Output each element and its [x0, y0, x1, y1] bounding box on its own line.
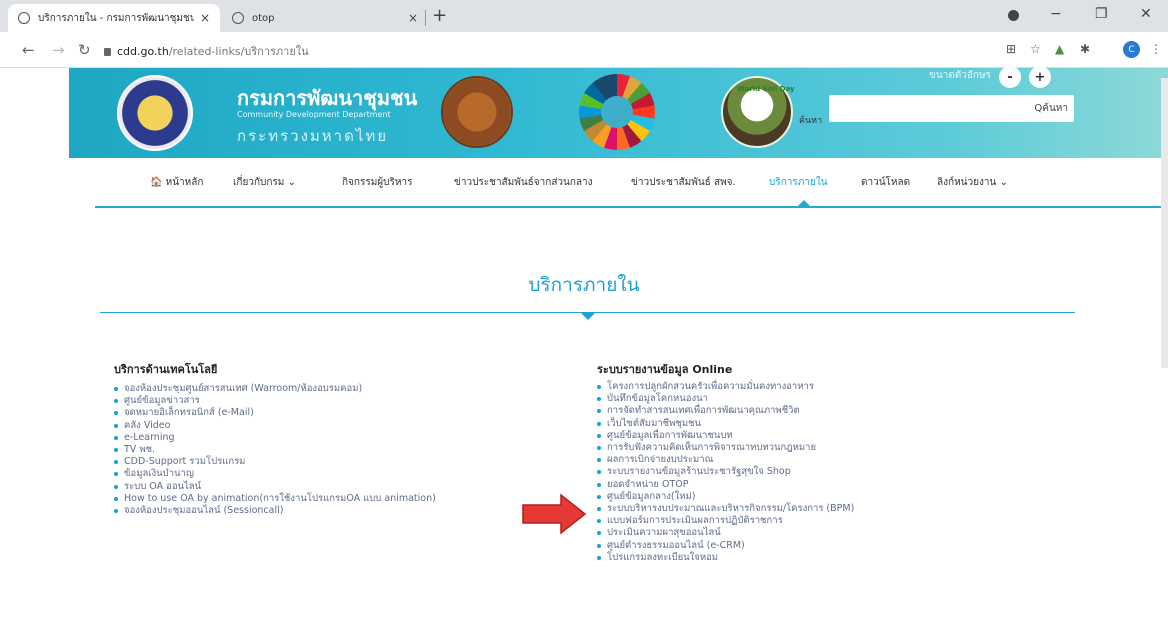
- record-icon[interactable]: [1008, 10, 1019, 21]
- list-item[interactable]: คลัง Video: [114, 420, 436, 432]
- search-input[interactable]: [829, 95, 1019, 122]
- search-label: ค้นหา: [799, 116, 823, 126]
- nav-executive[interactable]: กิจกรรมผู้บริหาร: [342, 175, 412, 190]
- tech-services-list: จองห้องประชุมศูนย์สารสนเทศ (Warroom/ห้อง…: [114, 383, 436, 517]
- soil-logo-text: World Soil Day: [737, 85, 795, 93]
- list-item[interactable]: ระบบรายงานข้อมูลร้านประชารัฐสุขใจ Shop: [597, 466, 854, 478]
- page-title: บริการภายใน: [528, 274, 640, 296]
- list-item[interactable]: TV พช.: [114, 444, 436, 456]
- tab-title: otop: [252, 12, 275, 24]
- font-increase-button[interactable]: +: [1029, 66, 1051, 88]
- tab-cdd[interactable]: บริการภายใน - กรมการพัฒนาชุมชน ×: [8, 4, 220, 32]
- bookmark-star-icon[interactable]: ☆: [1030, 42, 1041, 56]
- list-item[interactable]: ศูนย์ข้อมูลกลาง(ใหม่): [597, 491, 854, 503]
- nav-underline: [95, 206, 1168, 208]
- site-header: กรมการพัฒนาชุมชน Community Development D…: [69, 66, 1168, 158]
- profile-avatar[interactable]: C: [1123, 41, 1140, 58]
- list-item[interactable]: จองห้องประชุมศูนย์สารสนเทศ (Warroom/ห้อง…: [114, 383, 436, 395]
- globe-icon: [18, 12, 30, 24]
- window-close-button[interactable]: ✕: [1140, 6, 1152, 22]
- new-tab-button[interactable]: +: [432, 5, 447, 26]
- list-item[interactable]: ศูนย์ข้อมูลเพื่อการพัฒนาชนบท: [597, 430, 854, 442]
- browser-menu-icon[interactable]: ⋮: [1150, 42, 1162, 56]
- list-item[interactable]: โครงการปลูกผักสวนครัวเพื่อความมั่นคงทางอ…: [597, 381, 854, 393]
- nav-agency-links[interactable]: ลิงก์หน่วยงาน ⌄: [937, 175, 1008, 190]
- tab-separator: [425, 10, 426, 26]
- globe-icon: [232, 12, 244, 24]
- tab-close-icon[interactable]: ×: [200, 11, 210, 25]
- tab-otop[interactable]: otop ×: [222, 4, 428, 32]
- forward-arrow-icon[interactable]: →: [52, 41, 65, 59]
- list-item[interactable]: การรับฟังความคิดเห็นการพิจารณาทบทวนกฎหมา…: [597, 442, 854, 454]
- list-item[interactable]: โปรแกรมลงทะเบียนใจหอม: [597, 552, 854, 564]
- list-item[interactable]: ศูนย์ข้อมูลข่าวสาร: [114, 395, 436, 407]
- ministry-seal-logo: [441, 76, 513, 148]
- nav-internal-services[interactable]: บริการภายใน: [769, 175, 828, 190]
- search-box: Qค้นหา: [829, 95, 1074, 122]
- font-decrease-button[interactable]: -: [999, 66, 1021, 88]
- list-item[interactable]: บันทึกข้อมูลโคกหนองนา: [597, 393, 854, 405]
- back-arrow-icon[interactable]: ←: [22, 41, 35, 59]
- search-button[interactable]: Qค้นหา: [1034, 101, 1068, 116]
- tab-close-icon[interactable]: ×: [408, 11, 418, 25]
- browser-tab-bar: บริการภายใน - กรมการพัฒนาชุมชน × otop × …: [0, 0, 1168, 32]
- nav-central-news[interactable]: ข่าวประชาสัมพันธ์จากส่วนกลาง: [454, 175, 593, 190]
- title-divider-caret: [581, 313, 595, 320]
- list-item[interactable]: ระบบบริหารงบประมาณและบริหารกิจกรรม/โครงก…: [597, 503, 854, 515]
- font-size-label: ขนาดตัวอักษร: [929, 70, 991, 81]
- cdd-emblem-logo[interactable]: [117, 75, 193, 151]
- list-item[interactable]: ยอดจำหน่าย OTOP: [597, 479, 854, 491]
- list-item[interactable]: ข้อมูลเงินบำนาญ: [114, 468, 436, 480]
- translate-icon[interactable]: ⊞: [1006, 42, 1016, 56]
- url-path: /related-links/บริการภายใน: [168, 45, 309, 58]
- nav-about[interactable]: เกี่ยวกับกรม ⌄: [233, 175, 296, 190]
- list-item[interactable]: ประเมินความผาสุขออนไลน์: [597, 527, 854, 539]
- extensions-icon[interactable]: ✱: [1080, 42, 1090, 56]
- nav-provincial-news[interactable]: ข่าวประชาสัมพันธ์ สพจ.: [631, 175, 736, 190]
- reload-icon[interactable]: ↻: [78, 41, 91, 59]
- list-item[interactable]: ระบบ OA ออนไลน์: [114, 481, 436, 493]
- list-item[interactable]: จดหมายอิเล็กทรอนิกส์ (e-Mail): [114, 407, 436, 419]
- maximize-button[interactable]: ❐: [1095, 6, 1108, 22]
- tech-services-heading: บริการด้านเทคโนโลยี: [114, 363, 218, 376]
- list-item[interactable]: How to use OA by animation(การใช้งานโปรแ…: [114, 493, 436, 505]
- tab-title: บริการภายใน - กรมการพัฒนาชุมชน: [38, 12, 194, 24]
- page-scrollbar[interactable]: [1161, 78, 1168, 368]
- lock-icon: [104, 48, 111, 56]
- list-item[interactable]: เว็บไซต์สัมมาชีพชุมชน: [597, 418, 854, 430]
- sdg-wheel-logo: [579, 74, 655, 150]
- list-item[interactable]: ผลการเบิกจ่ายงบประมาณ: [597, 454, 854, 466]
- list-item[interactable]: การจัดทำสารสนเทศเพื่อการพัฒนาคุณภาพชีวิต: [597, 405, 854, 417]
- list-item[interactable]: CDD-Support รวมโปรแกรม: [114, 456, 436, 468]
- online-report-list: โครงการปลูกผักสวนครัวเพื่อความมั่นคงทางอ…: [597, 381, 854, 564]
- list-item[interactable]: e-Learning: [114, 432, 436, 444]
- main-nav: 🏠 หน้าหลัก เกี่ยวกับกรม ⌄ กิจกรรมผู้บริห…: [69, 158, 1168, 206]
- list-item[interactable]: ศูนย์ดำรงธรรมออนไลน์ (e-CRM): [597, 540, 854, 552]
- red-arrow-icon: [522, 493, 587, 535]
- ministry-name: กระทรวงมหาดไทย: [237, 127, 389, 145]
- address-bar: ← → ↻ cdd.go.th/related-links/บริการภายใ…: [0, 32, 1168, 68]
- list-item[interactable]: แบบฟอร์มการประเมินผลการปฏิบัติราชการ: [597, 515, 854, 527]
- url-host: cdd.go.th: [117, 45, 169, 58]
- online-report-heading: ระบบรายงานข้อมูล Online: [597, 363, 733, 376]
- minimize-button[interactable]: −: [1050, 6, 1062, 22]
- url-field[interactable]: cdd.go.th/related-links/บริการภายใน: [104, 42, 309, 60]
- nav-download[interactable]: ดาวน์โหลด: [861, 175, 910, 190]
- drive-icon[interactable]: ▲: [1055, 42, 1064, 56]
- list-item[interactable]: จองห้องประชุมออนไลน์ (Sessioncall): [114, 505, 436, 517]
- nav-home[interactable]: 🏠 หน้าหลัก: [150, 175, 203, 190]
- org-name-english: Community Development Department: [237, 110, 391, 119]
